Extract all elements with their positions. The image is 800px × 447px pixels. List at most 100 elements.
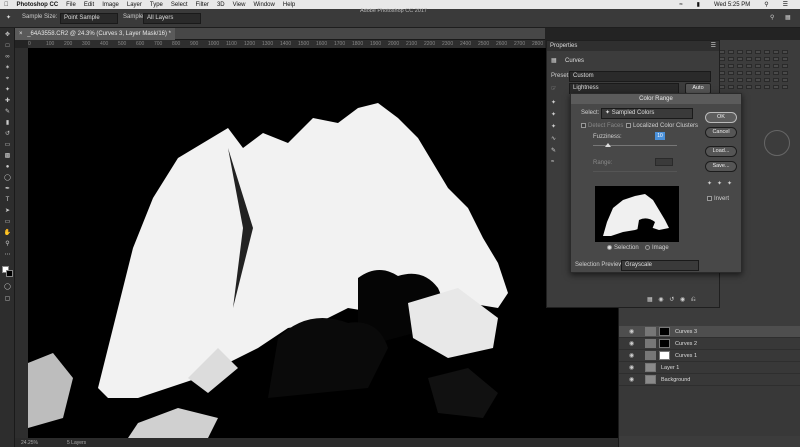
layer-row[interactable]: ◉ Curves 2	[619, 338, 800, 350]
swatch-cell[interactable]	[746, 64, 752, 68]
document-tab[interactable]: × _64A3558.CR2 @ 24.3% (Curves 3, Layer …	[15, 28, 175, 40]
clock[interactable]: Wed 5:25 PM	[714, 2, 750, 8]
layer-row[interactable]: ◉ Curves 3	[619, 326, 800, 338]
on-image-adjust-icon[interactable]: ☞	[551, 85, 556, 92]
preset-select[interactable]: Custom	[569, 71, 711, 82]
zoom-tool-icon[interactable]: ⚲	[3, 241, 12, 248]
swatch-cell[interactable]	[782, 71, 788, 75]
swatch-cell[interactable]	[782, 57, 788, 61]
swatch-cell[interactable]	[746, 78, 752, 82]
sample-black-icon[interactable]: ✦	[551, 99, 556, 106]
swatch-cell[interactable]	[764, 85, 770, 89]
save-button[interactable]: Save...	[705, 161, 737, 172]
swatch-cell[interactable]	[773, 85, 779, 89]
visibility-eye-icon[interactable]: ◉	[629, 328, 636, 335]
swatch-cell[interactable]	[728, 57, 734, 61]
draw-curve-icon[interactable]: ✎	[551, 147, 556, 154]
menu-layer[interactable]: Layer	[127, 2, 142, 8]
close-tab-icon[interactable]: ×	[19, 31, 23, 37]
battery-icon[interactable]: ▮	[697, 1, 700, 8]
layer-row[interactable]: ◉ Layer 1	[619, 362, 800, 374]
ok-button[interactable]: OK	[705, 112, 737, 123]
delete-icon[interactable]: ⎌	[691, 297, 696, 303]
swatch-cell[interactable]	[764, 57, 770, 61]
type-tool-icon[interactable]: T	[3, 197, 12, 204]
swatch-cell[interactable]	[737, 71, 743, 75]
visibility-eye-icon[interactable]: ◉	[629, 340, 636, 347]
mask-thumbnail[interactable]	[659, 351, 670, 360]
swatch-cell[interactable]	[746, 85, 752, 89]
layer-row[interactable]: ◉ Curves 1	[619, 350, 800, 362]
more-tools-icon[interactable]: ⋯	[3, 252, 12, 259]
reset-icon[interactable]: ↺	[669, 297, 674, 303]
swatch-cell[interactable]	[782, 64, 788, 68]
brush-tool-icon[interactable]: ✎	[3, 109, 12, 116]
menu-edit[interactable]: Edit	[84, 2, 94, 8]
notification-icon[interactable]: ☰	[783, 1, 788, 8]
eyedropper-subtract-icon[interactable]: ✦	[727, 180, 732, 187]
visibility-eye-icon[interactable]: ◉	[629, 352, 636, 359]
move-tool-icon[interactable]: ✥	[3, 32, 12, 39]
clip-to-layer-icon[interactable]: ▦	[647, 297, 653, 303]
eyedropper-sample-icon[interactable]: ✦	[707, 180, 712, 187]
menu-select[interactable]: Select	[171, 2, 188, 8]
swatch-cell[interactable]	[737, 57, 743, 61]
swatch-cell[interactable]	[737, 64, 743, 68]
swatch-cell[interactable]	[782, 50, 788, 54]
toggle-visibility-icon[interactable]: ◉	[680, 297, 685, 303]
select-dropdown[interactable]: ✦ Sampled Colors	[601, 108, 693, 119]
swatch-cell[interactable]	[764, 50, 770, 54]
eraser-tool-icon[interactable]: ▭	[3, 142, 12, 149]
healing-tool-icon[interactable]: ✚	[3, 98, 12, 105]
layer-row[interactable]: ◉ Background	[619, 374, 800, 386]
menu-help[interactable]: Help	[283, 2, 295, 8]
edit-points-icon[interactable]: ∿	[551, 135, 556, 142]
load-button[interactable]: Load...	[705, 146, 737, 157]
menu-window[interactable]: Window	[254, 2, 275, 8]
screen-mode-icon[interactable]: ▢	[3, 296, 12, 303]
sample-select[interactable]: All Layers	[143, 13, 201, 24]
sample-white-icon[interactable]: ✦	[551, 123, 556, 130]
range-slider-track[interactable]	[593, 171, 677, 172]
eyedropper-tool-icon[interactable]: ✦	[6, 14, 11, 21]
swatch-cell[interactable]	[755, 57, 761, 61]
lasso-tool-icon[interactable]: ∞	[3, 54, 12, 61]
background-color-swatch[interactable]	[6, 270, 13, 277]
menu-view[interactable]: View	[233, 2, 246, 8]
visibility-eye-icon[interactable]: ◉	[629, 364, 636, 371]
swatch-cell[interactable]	[773, 71, 779, 75]
history-brush-icon[interactable]: ↺	[3, 131, 12, 138]
app-menu[interactable]: Photoshop CC	[17, 2, 59, 8]
swatch-cell[interactable]	[728, 50, 734, 54]
detect-faces-checkbox[interactable]	[581, 123, 586, 128]
quick-select-tool-icon[interactable]: ✶	[3, 65, 12, 72]
image-radio[interactable]	[645, 245, 650, 250]
panel-menu-icon[interactable]: ☰	[711, 42, 716, 49]
path-select-icon[interactable]: ➤	[3, 208, 12, 215]
swatch-cell[interactable]	[728, 71, 734, 75]
swatch-cell[interactable]	[737, 50, 743, 54]
swatch-cell[interactable]	[746, 71, 752, 75]
swatch-cell[interactable]	[764, 71, 770, 75]
eyedropper-icon[interactable]: ✦	[3, 87, 12, 94]
swatch-cell[interactable]	[755, 85, 761, 89]
sample-size-select[interactable]: Point Sample	[60, 13, 118, 24]
blur-tool-icon[interactable]: ●	[3, 164, 12, 171]
menu-type[interactable]: Type	[150, 2, 163, 8]
swatch-cell[interactable]	[773, 64, 779, 68]
fuzziness-slider-handle[interactable]	[605, 143, 611, 147]
swatch-cell[interactable]	[728, 85, 734, 89]
swatch-cell[interactable]	[737, 85, 743, 89]
swatch-cell[interactable]	[737, 78, 743, 82]
pen-tool-icon[interactable]: ✒	[3, 186, 12, 193]
swatch-cell[interactable]	[773, 50, 779, 54]
swatch-cell[interactable]	[755, 71, 761, 75]
fuzziness-input[interactable]: 10	[655, 132, 665, 140]
shape-tool-icon[interactable]: ▭	[3, 219, 12, 226]
spotlight-icon[interactable]: ⚲	[764, 1, 768, 8]
mask-thumbnail[interactable]	[659, 327, 670, 336]
selection-radio[interactable]	[607, 245, 612, 250]
eyedropper-add-icon[interactable]: ✦	[717, 180, 722, 187]
swatch-cell[interactable]	[755, 64, 761, 68]
quick-mask-icon[interactable]: ◯	[3, 284, 12, 291]
